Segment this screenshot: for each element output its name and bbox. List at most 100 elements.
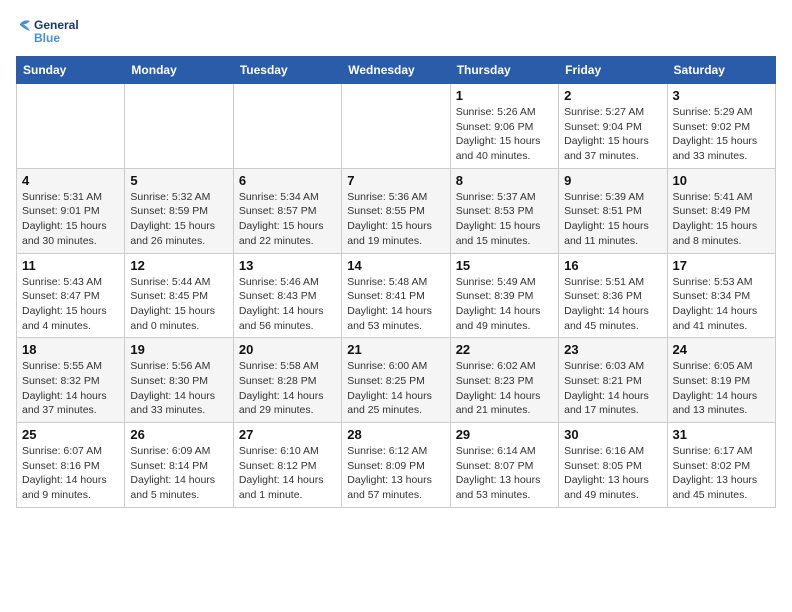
calendar-cell: 18Sunrise: 5:55 AM Sunset: 8:32 PM Dayli… <box>17 338 125 423</box>
day-number: 7 <box>347 173 444 188</box>
weekday-header-tuesday: Tuesday <box>233 57 341 84</box>
calendar-cell: 30 Sunrise: 6:16 AM Sunset: 8:05 PM Dayli… <box>559 423 667 508</box>
day-info: Sunrise: 5:46 AM Sunset: 8:43 PM Dayligh… <box>239 275 336 334</box>
calendar-cell: 24 Sunrise: 6:05 AM Sunset: 8:19 PM Dayli… <box>667 338 775 423</box>
day-info: Sunrise: 6:02 AM Sunset: 8:23 PM Dayligh… <box>456 359 553 418</box>
calendar-cell: 26Sunrise: 6:09 AM Sunset: 8:14 PM Dayli… <box>125 423 233 508</box>
page-header: General Blue <box>16 16 776 44</box>
day-info: Sunrise: 6:09 AM Sunset: 8:14 PM Dayligh… <box>130 444 227 503</box>
day-number: 25 <box>22 427 119 442</box>
calendar-cell: 12 Sunrise: 5:44 AM Sunset: 8:45 PM Dayli… <box>125 253 233 338</box>
day-number: 12 <box>130 258 227 273</box>
calendar-cell: 23 Sunrise: 6:03 AM Sunset: 8:21 PM Dayli… <box>559 338 667 423</box>
calendar-cell: 29Sunrise: 6:14 AM Sunset: 8:07 PM Dayli… <box>450 423 558 508</box>
day-number: 22 <box>456 342 553 357</box>
day-info: Sunrise: 5:49 AM Sunset: 8:39 PM Dayligh… <box>456 275 553 334</box>
calendar-cell: 16 Sunrise: 5:51 AM Sunset: 8:36 PM Dayli… <box>559 253 667 338</box>
calendar-week-row: 4 Sunrise: 5:31 AM Sunset: 9:01 PM Daylig… <box>17 168 776 253</box>
calendar-cell: 4 Sunrise: 5:31 AM Sunset: 9:01 PM Daylig… <box>17 168 125 253</box>
day-info: Sunrise: 5:31 AM Sunset: 9:01 PM Dayligh… <box>22 190 119 249</box>
weekday-header-row: SundayMondayTuesdayWednesdayThursdayFrid… <box>17 57 776 84</box>
calendar-week-row: 18Sunrise: 5:55 AM Sunset: 8:32 PM Dayli… <box>17 338 776 423</box>
day-number: 5 <box>130 173 227 188</box>
calendar-cell: 28 Sunrise: 6:12 AM Sunset: 8:09 PM Dayli… <box>342 423 450 508</box>
day-info: Sunrise: 6:07 AM Sunset: 8:16 PM Dayligh… <box>22 444 119 503</box>
day-info: Sunrise: 5:53 AM Sunset: 8:34 PM Dayligh… <box>673 275 770 334</box>
day-info: Sunrise: 5:29 AM Sunset: 9:02 PM Dayligh… <box>673 105 770 164</box>
calendar-cell <box>17 84 125 169</box>
day-number: 10 <box>673 173 770 188</box>
day-number: 28 <box>347 427 444 442</box>
day-info: Sunrise: 6:17 AM Sunset: 8:02 PM Dayligh… <box>673 444 770 503</box>
day-info: Sunrise: 6:00 AM Sunset: 8:25 PM Dayligh… <box>347 359 444 418</box>
calendar-cell: 14 Sunrise: 5:48 AM Sunset: 8:41 PM Dayli… <box>342 253 450 338</box>
svg-text:Blue: Blue <box>34 31 60 45</box>
day-info: Sunrise: 5:36 AM Sunset: 8:55 PM Dayligh… <box>347 190 444 249</box>
day-info: Sunrise: 5:32 AM Sunset: 8:59 PM Dayligh… <box>130 190 227 249</box>
day-number: 30 <box>564 427 661 442</box>
day-info: Sunrise: 5:37 AM Sunset: 8:53 PM Dayligh… <box>456 190 553 249</box>
calendar-cell: 21 Sunrise: 6:00 AM Sunset: 8:25 PM Dayli… <box>342 338 450 423</box>
day-number: 23 <box>564 342 661 357</box>
svg-text:General: General <box>34 18 79 32</box>
day-info: Sunrise: 6:05 AM Sunset: 8:19 PM Dayligh… <box>673 359 770 418</box>
day-number: 6 <box>239 173 336 188</box>
day-number: 29 <box>456 427 553 442</box>
calendar-cell: 9Sunrise: 5:39 AM Sunset: 8:51 PM Daylig… <box>559 168 667 253</box>
day-info: Sunrise: 5:48 AM Sunset: 8:41 PM Dayligh… <box>347 275 444 334</box>
calendar-cell: 6 Sunrise: 5:34 AM Sunset: 8:57 PM Daylig… <box>233 168 341 253</box>
day-number: 1 <box>456 88 553 103</box>
calendar-cell: 27Sunrise: 6:10 AM Sunset: 8:12 PM Dayli… <box>233 423 341 508</box>
weekday-header-sunday: Sunday <box>17 57 125 84</box>
day-info: Sunrise: 5:51 AM Sunset: 8:36 PM Dayligh… <box>564 275 661 334</box>
calendar-cell <box>233 84 341 169</box>
day-number: 17 <box>673 258 770 273</box>
calendar-week-row: 11 Sunrise: 5:43 AM Sunset: 8:47 PM Dayli… <box>17 253 776 338</box>
day-info: Sunrise: 5:26 AM Sunset: 9:06 PM Dayligh… <box>456 105 553 164</box>
day-info: Sunrise: 5:43 AM Sunset: 8:47 PM Dayligh… <box>22 275 119 334</box>
weekday-header-thursday: Thursday <box>450 57 558 84</box>
calendar-cell: 31Sunrise: 6:17 AM Sunset: 8:02 PM Dayli… <box>667 423 775 508</box>
day-number: 4 <box>22 173 119 188</box>
day-number: 18 <box>22 342 119 357</box>
calendar-week-row: 25 Sunrise: 6:07 AM Sunset: 8:16 PM Dayli… <box>17 423 776 508</box>
weekday-header-wednesday: Wednesday <box>342 57 450 84</box>
day-info: Sunrise: 5:58 AM Sunset: 8:28 PM Dayligh… <box>239 359 336 418</box>
calendar-cell <box>342 84 450 169</box>
day-info: Sunrise: 5:27 AM Sunset: 9:04 PM Dayligh… <box>564 105 661 164</box>
calendar-cell: 11 Sunrise: 5:43 AM Sunset: 8:47 PM Dayli… <box>17 253 125 338</box>
day-number: 15 <box>456 258 553 273</box>
calendar-cell: 25 Sunrise: 6:07 AM Sunset: 8:16 PM Dayli… <box>17 423 125 508</box>
day-info: Sunrise: 6:16 AM Sunset: 8:05 PM Dayligh… <box>564 444 661 503</box>
calendar-cell: 10 Sunrise: 5:41 AM Sunset: 8:49 PM Dayli… <box>667 168 775 253</box>
day-number: 9 <box>564 173 661 188</box>
day-info: Sunrise: 6:03 AM Sunset: 8:21 PM Dayligh… <box>564 359 661 418</box>
calendar-cell: 13Sunrise: 5:46 AM Sunset: 8:43 PM Dayli… <box>233 253 341 338</box>
calendar-cell: 15 Sunrise: 5:49 AM Sunset: 8:39 PM Dayli… <box>450 253 558 338</box>
day-info: Sunrise: 6:10 AM Sunset: 8:12 PM Dayligh… <box>239 444 336 503</box>
calendar-cell: 8 Sunrise: 5:37 AM Sunset: 8:53 PM Daylig… <box>450 168 558 253</box>
calendar-cell: 2Sunrise: 5:27 AM Sunset: 9:04 PM Daylig… <box>559 84 667 169</box>
day-number: 24 <box>673 342 770 357</box>
calendar-cell: 19Sunrise: 5:56 AM Sunset: 8:30 PM Dayli… <box>125 338 233 423</box>
calendar-cell <box>125 84 233 169</box>
weekday-header-friday: Friday <box>559 57 667 84</box>
calendar-cell: 22 Sunrise: 6:02 AM Sunset: 8:23 PM Dayli… <box>450 338 558 423</box>
day-info: Sunrise: 5:44 AM Sunset: 8:45 PM Dayligh… <box>130 275 227 334</box>
day-number: 21 <box>347 342 444 357</box>
calendar-cell: 17 Sunrise: 5:53 AM Sunset: 8:34 PM Dayli… <box>667 253 775 338</box>
calendar-table: SundayMondayTuesdayWednesdayThursdayFrid… <box>16 56 776 508</box>
weekday-header-saturday: Saturday <box>667 57 775 84</box>
logo: General Blue <box>16 16 48 44</box>
calendar-cell: 5 Sunrise: 5:32 AM Sunset: 8:59 PM Daylig… <box>125 168 233 253</box>
weekday-header-monday: Monday <box>125 57 233 84</box>
day-number: 16 <box>564 258 661 273</box>
day-info: Sunrise: 5:41 AM Sunset: 8:49 PM Dayligh… <box>673 190 770 249</box>
day-number: 3 <box>673 88 770 103</box>
day-number: 14 <box>347 258 444 273</box>
day-number: 8 <box>456 173 553 188</box>
calendar-cell: 7 Sunrise: 5:36 AM Sunset: 8:55 PM Daylig… <box>342 168 450 253</box>
day-number: 11 <box>22 258 119 273</box>
day-info: Sunrise: 5:34 AM Sunset: 8:57 PM Dayligh… <box>239 190 336 249</box>
day-info: Sunrise: 6:12 AM Sunset: 8:09 PM Dayligh… <box>347 444 444 503</box>
